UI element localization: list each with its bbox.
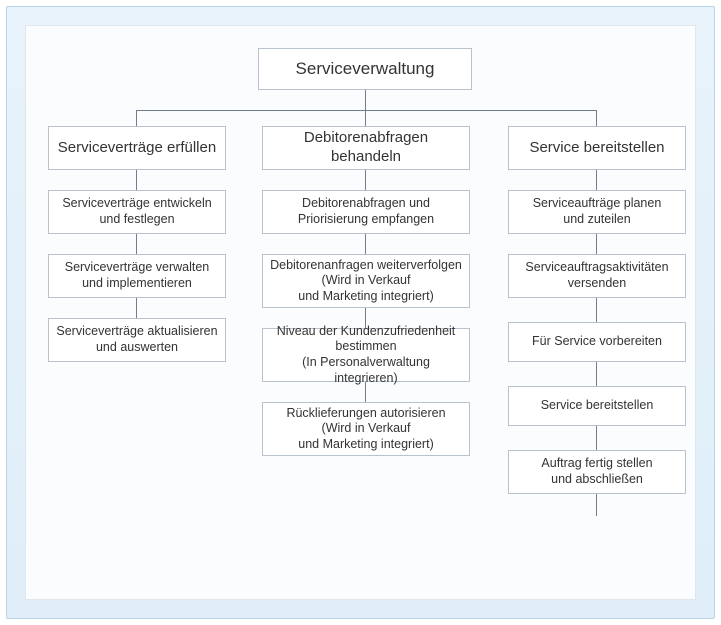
col1-item: Serviceverträge entwickelnund festlegen [48,190,226,234]
col1-head: Serviceverträge erfüllen [48,126,226,170]
col3-item: Serviceaufträge planenund zuteilen [508,190,686,234]
connector [596,110,597,126]
root-node: Serviceverwaltung [258,48,472,90]
col2-item-label: Debitorenanfragen weiterverfolgen(Wird i… [270,258,462,305]
col3-item: Serviceauftragsaktivitätenversenden [508,254,686,298]
col2-item: Debitorenabfragen undPriorisierung empfa… [262,190,470,234]
connector [136,110,137,126]
col3-item-label: Für Service vorbereiten [532,334,662,350]
col2-item: Niveau der Kundenzufriedenheitbestimmen(… [262,328,470,382]
col2-head: Debitorenabfragen behandeln [262,126,470,170]
col3-item: Auftrag fertig stellenund abschließen [508,450,686,494]
col2-item-label: Debitorenabfragen undPriorisierung empfa… [298,196,434,227]
col2-item: Debitorenanfragen weiterverfolgen(Wird i… [262,254,470,308]
col2-item-label: Niveau der Kundenzufriedenheitbestimmen(… [269,324,463,387]
col3-item: Service bereitstellen [508,386,686,426]
col2-item: Rücklieferungen autorisieren(Wird in Ver… [262,402,470,456]
col1-item: Serviceverträge aktualisierenund auswert… [48,318,226,362]
col3-item-label: Serviceaufträge planenund zuteilen [533,196,662,227]
diagram-canvas: Serviceverwaltung Serviceverträge erfüll… [6,6,715,619]
connector [365,90,366,110]
col3-head-label: Service bereitstellen [529,139,664,158]
col1-head-label: Serviceverträge erfüllen [58,139,216,158]
col3-item: Für Service vorbereiten [508,322,686,362]
col3-item-label: Service bereitstellen [541,398,654,414]
col1-item-label: Serviceverträge entwickelnund festlegen [62,196,211,227]
col3-item-label: Serviceauftragsaktivitätenversenden [525,260,668,291]
connector [365,110,366,126]
col1-item-label: Serviceverträge verwaltenund implementie… [65,260,210,291]
col3-head: Service bereitstellen [508,126,686,170]
col3-item-label: Auftrag fertig stellenund abschließen [541,456,652,487]
col2-head-label: Debitorenabfragen behandeln [269,129,463,167]
col2-item-label: Rücklieferungen autorisieren(Wird in Ver… [286,406,445,453]
col1-item-label: Serviceverträge aktualisierenund auswert… [56,324,217,355]
root-title: Serviceverwaltung [296,58,435,79]
connector [136,110,596,111]
diagram-inner: Serviceverwaltung Serviceverträge erfüll… [25,25,696,600]
col1-item: Serviceverträge verwaltenund implementie… [48,254,226,298]
